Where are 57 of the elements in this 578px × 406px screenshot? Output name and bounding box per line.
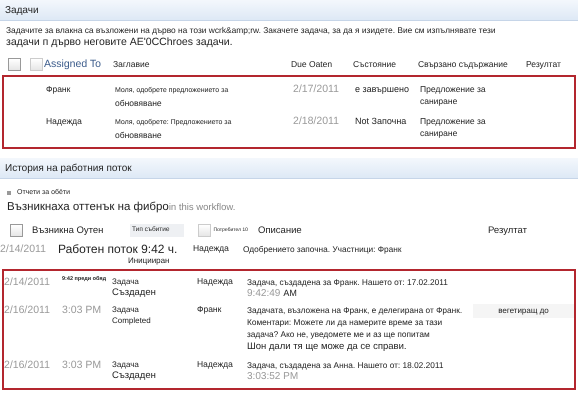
event-text: Работен поток 9:42 ч.	[58, 243, 178, 256]
task-title[interactable]: обновяване	[115, 98, 162, 108]
assignee-cell-text: Франк	[46, 83, 72, 95]
user-cell-text: Надежда	[197, 276, 234, 286]
section-header: Задачи	[0, 0, 578, 21]
user-cell-text: Франк	[197, 304, 222, 314]
status-cell-text: е завършено	[355, 83, 410, 95]
event-text: Иницииран	[127, 256, 170, 266]
due-date-cell-text: 2/17/2011	[293, 83, 340, 95]
event-text: Completed	[112, 315, 152, 327]
column-header[interactable]: Due Oaten	[291, 59, 353, 69]
column-header[interactable]: Състояние	[353, 59, 418, 69]
column-header[interactable]: Резултат	[526, 59, 578, 69]
related-content-cell-text: Предложение за саниране	[420, 115, 487, 139]
column-header[interactable]: Assigned To	[44, 58, 113, 70]
description-text: Задача, създадена за Анна. Нашето от: 18.02.2011	[247, 360, 444, 370]
description-text: Одобрението започна. Участници: Франк	[243, 244, 402, 254]
description-text: Шон дали тя ще може да се справи.	[247, 340, 408, 354]
checkbox[interactable]	[30, 58, 43, 70]
column-header[interactable]: Заглавие	[113, 59, 291, 69]
task-title[interactable]: обновяване	[115, 130, 162, 140]
intro-text: задачи п дърво неговите AE'0CChroes задачи.	[6, 36, 234, 49]
time-text: 3:03:52 PM	[247, 371, 298, 382]
heading-suffix: in this workflow.	[168, 202, 236, 213]
intro-text: Задачите за влакна са възложени на дърво на този wcrk&amp;rw. Закачете задача, за да я изидете. Вие см изпълнявате тези	[6, 24, 497, 36]
time-cell-text: 3:03 PM	[62, 359, 102, 371]
date-cell-text: 2/16/2011	[4, 304, 51, 316]
event-text: Създаден	[112, 370, 157, 382]
related-content-cell-text: Предложение за саниране	[420, 83, 487, 107]
time-text: 9:42:49	[247, 288, 280, 299]
time-suffix: AM	[283, 288, 297, 298]
history-heading: Възникнаха оттенък на фибро	[7, 201, 169, 213]
time-cell-text: 3:03 PM	[62, 304, 102, 316]
column-header[interactable]: Резултат	[488, 224, 527, 236]
date-cell-text: 2/14/2011	[4, 276, 51, 288]
date-cell-text: 2/14/2011	[0, 243, 47, 255]
event-text: Създаден	[112, 287, 157, 299]
bullet-icon	[7, 191, 11, 195]
description-text: Задача, създадена за Франк. Нашето от: 17.02.2011	[247, 277, 448, 287]
event-text: Задача	[112, 359, 140, 370]
user-cell-text: Надежда	[197, 359, 234, 369]
event-text: Задача	[112, 304, 140, 315]
outcome-cell: вегетиращ до	[473, 304, 574, 318]
assignee-cell-text: Надежда	[46, 115, 83, 127]
event-text: Задача	[112, 276, 140, 287]
column-header[interactable]: Описание	[258, 224, 488, 236]
section-header: История на работния поток	[0, 158, 578, 179]
date-cell-text: 2/16/2011	[4, 359, 51, 371]
status-cell-text: Not Започна	[355, 115, 408, 127]
column-header[interactable]: Свързано съдържание	[418, 59, 526, 69]
checkbox[interactable]	[198, 224, 211, 236]
user-cell-text: Надежда	[193, 243, 230, 253]
description-text: Задачата, възложена на Франк, е делегирана от Франк. Коментари: Можете ли да намерите време за тази задача? Ако не, уведомете ме и аз ще попитам	[247, 305, 462, 339]
due-date-cell-text: 2/18/2011	[293, 115, 340, 127]
checkbox[interactable]	[10, 224, 23, 236]
column-header[interactable]: Възникна Оутен	[32, 224, 130, 236]
checkbox[interactable]	[8, 58, 21, 70]
